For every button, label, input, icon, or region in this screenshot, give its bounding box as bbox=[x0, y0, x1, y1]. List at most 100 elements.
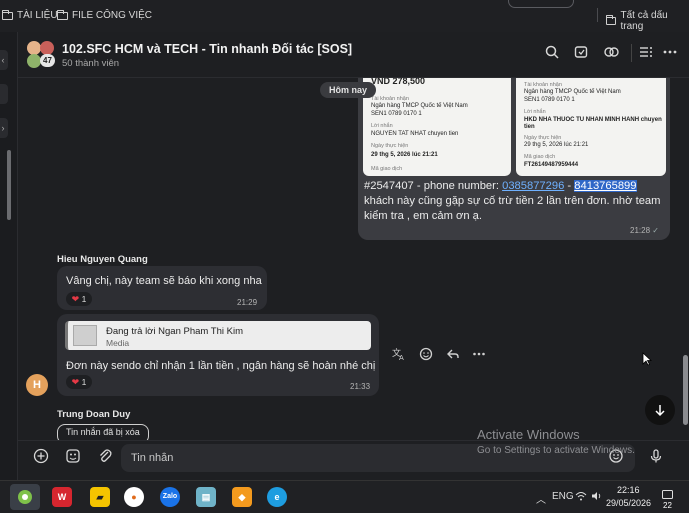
volume-icon[interactable] bbox=[591, 491, 602, 504]
message-time: 21:28 ✓ bbox=[630, 226, 659, 235]
receipt-label: Tài khoản nhận bbox=[524, 82, 562, 88]
app-icon[interactable]: ● bbox=[124, 487, 144, 507]
reaction-badge[interactable]: ❤ 1 bbox=[66, 375, 92, 389]
sublime-icon[interactable]: ◆ bbox=[232, 487, 252, 507]
receipt-note: NGUYEN TAT NHAT chuyen tien bbox=[371, 131, 459, 137]
transfer-receipt-image[interactable]: VND 278,500 Tài khoản nhận Ngân hàng TMC… bbox=[363, 78, 511, 176]
avatar-count-badge: 47 bbox=[40, 54, 55, 67]
wifi-icon[interactable] bbox=[575, 491, 587, 504]
bookmark-file-cong-viec[interactable]: FILE CÔNG VIỆC bbox=[57, 9, 153, 21]
phone-link[interactable]: 0385877296 bbox=[502, 180, 564, 192]
message-text: #2547407 - phone number: 0385877296 - 84… bbox=[364, 179, 668, 224]
message-time: 21:29 bbox=[237, 298, 258, 307]
receipt-label: Lời nhắn bbox=[371, 123, 393, 129]
more-icon[interactable] bbox=[470, 347, 488, 365]
wps-icon[interactable]: W bbox=[52, 487, 72, 507]
activation-watermark-title: Activate Windows bbox=[477, 427, 580, 442]
translate-icon[interactable]: 文A bbox=[390, 347, 408, 365]
receipt-label: Ngày thực hiện bbox=[524, 135, 562, 141]
message-text: Đơn này sendo chỉ nhận 1 lần tiền , ngân… bbox=[66, 360, 376, 372]
attach-icon[interactable] bbox=[95, 448, 115, 468]
sender-name[interactable]: Trung Doan Duy bbox=[57, 409, 130, 420]
clock-date[interactable]: 29/05/2026 bbox=[606, 498, 651, 508]
add-icon[interactable] bbox=[31, 448, 51, 468]
language-icon[interactable]: ENG bbox=[552, 491, 574, 502]
search-icon[interactable] bbox=[544, 45, 560, 61]
bookmark-label: FILE CÔNG VIỆC bbox=[72, 10, 153, 21]
avatar bbox=[27, 41, 41, 55]
sender-name[interactable]: Hieu Nguyen Quang bbox=[57, 254, 148, 265]
emoji-icon[interactable] bbox=[417, 347, 435, 365]
video-call-icon[interactable] bbox=[573, 45, 589, 61]
quoted-reply[interactable]: Đang trả lời Ngan Pham Thi Kim Media bbox=[65, 321, 371, 350]
taskbar-app-active[interactable] bbox=[10, 484, 40, 510]
reply-subtitle: Media bbox=[106, 338, 130, 348]
chevron-up-icon[interactable]: ︿ bbox=[536, 491, 546, 506]
bookmark-label: Tất cả dấu trang bbox=[620, 10, 668, 32]
receipt-date: 29 thg 5, 2026 lúc 21:21 bbox=[524, 142, 589, 148]
scroll-to-bottom-button[interactable] bbox=[645, 395, 675, 425]
chat-title[interactable]: 102.SFC HCM và TECH - Tin nhanh Đối tác … bbox=[62, 42, 352, 56]
receipt-label: Mã giao dịch bbox=[524, 154, 556, 160]
heart-icon: ❤ bbox=[71, 294, 80, 304]
receipt-code: FT26149487959444 bbox=[524, 162, 579, 168]
bookmark-all[interactable]: Tất cả dấu trang bbox=[606, 10, 689, 32]
window-button[interactable] bbox=[508, 0, 574, 8]
notification-center[interactable]: 22 bbox=[662, 489, 680, 510]
receipt-account: SEN1 0789 0170 1 bbox=[524, 97, 575, 103]
notification-count: 22 bbox=[663, 500, 672, 510]
text-fragment: #2547407 - phone number: bbox=[364, 180, 503, 192]
reply-icon[interactable] bbox=[444, 347, 462, 365]
members-icon[interactable] bbox=[638, 45, 654, 61]
message-text: Vâng chị, này team sẽ báo khi xong nha bbox=[66, 275, 262, 287]
sticky-notes-icon[interactable]: ▰ bbox=[90, 487, 110, 507]
media-thumbnail bbox=[73, 325, 97, 346]
reaction-badge[interactable]: ❤ 1 bbox=[66, 292, 92, 306]
mention-icon[interactable] bbox=[603, 45, 619, 61]
heart-icon: ❤ bbox=[71, 377, 80, 387]
avatar[interactable]: H bbox=[26, 374, 48, 396]
member-count[interactable]: 50 thành viên bbox=[62, 58, 119, 69]
receipt-date: 29 thg 5, 2026 lúc 21:21 bbox=[371, 152, 438, 158]
receipt-account: SEN1 0789 0170 1 bbox=[371, 111, 422, 117]
mouse-cursor bbox=[642, 352, 653, 371]
receipt-bank: Ngân hàng TMCP Quốc tế Việt Nam bbox=[524, 89, 621, 95]
left-sidebar-strip: ‹ › bbox=[0, 32, 18, 480]
receipt-label: Lời nhắn bbox=[524, 109, 546, 115]
zalo-icon[interactable]: Zalo bbox=[160, 487, 180, 507]
clock-time[interactable]: 22:16 bbox=[617, 485, 640, 495]
chat-scrollbar[interactable] bbox=[683, 355, 688, 425]
chevron-left-icon[interactable]: ‹ bbox=[0, 50, 8, 70]
folder-icon bbox=[606, 15, 617, 25]
folder-icon bbox=[57, 9, 68, 20]
sidebar-scrollbar[interactable] bbox=[7, 150, 11, 220]
phone-link-selected[interactable]: 8413765899 bbox=[574, 180, 637, 192]
receipt-label: Mã giao dịch bbox=[371, 166, 403, 172]
folder-icon bbox=[2, 9, 13, 20]
receipt-note: HKD NHA THUOC TU NHAN MINH HANH chuyen t… bbox=[524, 117, 662, 130]
chevron-right-icon[interactable]: › bbox=[0, 118, 8, 138]
sticker-icon[interactable] bbox=[63, 448, 83, 468]
time-label: 21:28 bbox=[630, 226, 651, 235]
header-divider bbox=[631, 44, 632, 62]
avatar bbox=[40, 41, 54, 55]
bookmark-label: TÀI LIỆU bbox=[17, 10, 58, 21]
text-fragment: khách này cũng gặp sự cố trừ tiền 2 lần … bbox=[364, 195, 661, 222]
message-time: 21:33 bbox=[350, 382, 371, 391]
bookmark-tai-lieu[interactable]: TÀI LIỆU bbox=[2, 9, 58, 21]
app-icon[interactable]: ▤ bbox=[196, 487, 216, 507]
svg-text:A: A bbox=[399, 354, 404, 361]
receipt-bank: Ngân hàng TMCP Quốc tế Việt Nam bbox=[371, 103, 468, 109]
receipt-label: Ngày thực hiện bbox=[371, 143, 409, 149]
edge-icon[interactable]: e bbox=[267, 487, 287, 507]
reaction-count: 1 bbox=[81, 377, 87, 387]
text-fragment: - bbox=[564, 180, 575, 192]
reaction-count: 1 bbox=[81, 294, 87, 304]
seen-check-icon: ✓ bbox=[652, 226, 659, 235]
collapse-tab[interactable] bbox=[0, 84, 8, 104]
transfer-receipt-image[interactable]: Tài khoản nhận Ngân hàng TMCP Quốc tế Vi… bbox=[516, 78, 666, 176]
avatar bbox=[27, 54, 41, 68]
more-icon[interactable] bbox=[662, 45, 678, 61]
microphone-icon[interactable] bbox=[646, 448, 666, 468]
reply-title: Đang trả lời Ngan Pham Thi Kim bbox=[106, 326, 243, 337]
